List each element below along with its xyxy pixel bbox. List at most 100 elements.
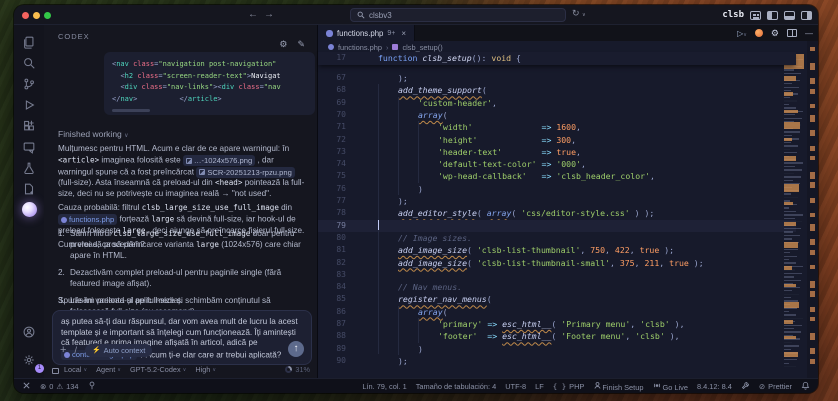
- code-line[interactable]: 70array(: [318, 109, 796, 121]
- code-line[interactable]: 73'header-text' => true,: [318, 146, 796, 158]
- panel-settings-gear-icon[interactable]: ⚙: [279, 39, 287, 50]
- minimap[interactable]: [783, 52, 805, 370]
- code-line[interactable]: 68add_theme_support(: [318, 84, 796, 96]
- code-line[interactable]: 90);: [318, 355, 796, 367]
- back-button[interactable]: ←: [248, 8, 258, 22]
- code-line[interactable]: 78add_editor_style( array( 'css/editor-s…: [318, 207, 796, 219]
- account-icon: [22, 325, 36, 339]
- remote-indicator[interactable]: [22, 381, 31, 392]
- finish-setup-button[interactable]: Finish Setup: [593, 381, 643, 392]
- maximize-window-button[interactable]: [44, 12, 51, 19]
- code-line[interactable]: 89): [318, 343, 796, 355]
- brackets-icon: { }: [553, 382, 566, 391]
- code-line[interactable]: 71'width' => 1600,: [318, 121, 796, 133]
- text-cursor: [378, 220, 379, 230]
- prettier-icon: ⊘: [759, 382, 765, 391]
- toggle-sidebar-left-icon[interactable]: [767, 11, 778, 20]
- mode-selector[interactable]: Agent ∨: [96, 365, 121, 374]
- chevron-down-icon: ∨: [124, 133, 128, 139]
- notifications-bell[interactable]: [801, 381, 810, 392]
- tab-size-indicator[interactable]: Tamaño de tabulación: 4: [416, 382, 497, 391]
- person-icon: [593, 381, 602, 390]
- code-line[interactable]: 74'default-text-color' => '000',: [318, 158, 796, 170]
- close-window-button[interactable]: [22, 12, 29, 19]
- eol-indicator[interactable]: LF: [535, 382, 544, 391]
- sidebar-item-live-preview[interactable]: [18, 136, 40, 157]
- new-chat-icon[interactable]: ✎: [297, 39, 305, 50]
- composer-settings-bar: Local ∨ Agent ∨ GPT-5.2-Codex ∨ High ∨ 3…: [52, 363, 310, 376]
- reasoning-selector[interactable]: High ∨: [195, 365, 216, 374]
- vscode-window: ← → clsbv3 ↻ ∨ clsb 1 CODEX: [14, 5, 818, 393]
- sidebar-item-extensions[interactable]: [18, 115, 40, 136]
- php-version-indicator[interactable]: 8.4.12: 8.4: [697, 382, 732, 391]
- code-line[interactable]: 75'wp-head-callback' => 'clsb_header_col…: [318, 170, 796, 182]
- forward-button[interactable]: →: [264, 8, 274, 22]
- source-control-icon: [22, 77, 36, 91]
- model-selector[interactable]: GPT-5.2-Codex ∨: [130, 365, 186, 374]
- overview-ruler[interactable]: [807, 41, 818, 378]
- cursor-position[interactable]: Lín. 79, col. 1: [362, 382, 406, 391]
- code-line[interactable]: 82add_image_size( 'clsb-list-thumbnail-s…: [318, 257, 796, 269]
- code-line[interactable]: 81add_image_size( 'clsb-list-thumbnail',…: [318, 244, 796, 256]
- sidebar-item-file-add[interactable]: [18, 178, 40, 199]
- sticky-scroll-line[interactable]: 17function clsb_setup(): void {: [318, 52, 796, 65]
- minimize-window-button[interactable]: [33, 12, 40, 19]
- warning-icon: ⚠: [56, 382, 63, 391]
- code-line[interactable]: 77);: [318, 195, 796, 207]
- code-line[interactable]: 84// Nav menus.: [318, 281, 796, 293]
- card-code-line: <h2 class="screen-reader-text">Navigat: [112, 71, 307, 83]
- ports-icon[interactable]: [88, 381, 96, 392]
- language-indicator[interactable]: { }PHP: [553, 382, 585, 391]
- sync-icon[interactable]: ↻ ∨: [572, 8, 586, 19]
- code-area[interactable]: 67);68add_theme_support(69'custom-header…: [318, 25, 796, 378]
- problems-indicator[interactable]: ⊗0 ⚠134: [40, 382, 79, 391]
- assistant-closing-line: Spune-mi varianta și aplic imediat.: [58, 296, 183, 305]
- sidebar-item-source-control[interactable]: [18, 73, 40, 94]
- code-line[interactable]: 17function clsb_setup(): void {: [318, 52, 796, 64]
- assistant-status[interactable]: Finished working ∨: [58, 129, 129, 139]
- sidebar-item-run-debug[interactable]: [18, 94, 40, 115]
- code-line[interactable]: 83: [318, 269, 796, 281]
- prettier-indicator[interactable]: ⊘Prettier: [759, 382, 792, 391]
- command-center-search[interactable]: clsbv3: [350, 8, 566, 22]
- code-line[interactable]: 80// Image sizes.: [318, 232, 796, 244]
- sidebar-item-explorer[interactable]: [18, 31, 40, 52]
- settings-button[interactable]: 1: [18, 349, 40, 370]
- flash-icon: ⚡: [92, 346, 101, 354]
- more-actions-icon[interactable]: —: [805, 29, 813, 38]
- code-line[interactable]: 85register_nav_menus(: [318, 293, 796, 305]
- file-chip-php[interactable]: functions.php: [58, 214, 117, 225]
- accounts-button[interactable]: [18, 321, 40, 342]
- local-window-icon: [52, 368, 59, 374]
- editor-group: functions.php 9+ × ▷∨ ⚙ — functions.php …: [318, 25, 818, 378]
- code-line[interactable]: 79: [318, 220, 796, 232]
- card-code-line: </nav> </article>: [112, 94, 307, 106]
- code-line[interactable]: 76): [318, 183, 796, 195]
- code-line[interactable]: 69'custom-header',: [318, 97, 796, 109]
- go-live-button[interactable]: Go Live: [652, 381, 687, 392]
- env-selector[interactable]: Local ∨: [52, 365, 87, 374]
- activity-bar: 1: [14, 25, 44, 378]
- slash-command-icon[interactable]: /: [74, 342, 77, 358]
- code-line[interactable]: 87'primary' => esc_html__( 'Primary menu…: [318, 318, 796, 330]
- code-line[interactable]: 86array(: [318, 306, 796, 318]
- code-line[interactable]: 67);: [318, 72, 796, 84]
- attach-plus-icon[interactable]: +: [60, 342, 66, 358]
- code-line[interactable]: 72'height' => 300,: [318, 134, 796, 146]
- title-bar: ← → clsbv3 ↻ ∨ clsb: [14, 5, 818, 25]
- wrench-icon[interactable]: [741, 381, 750, 392]
- file-chip-image[interactable]: …-1024x576.png: [183, 155, 255, 166]
- sidebar-item-testing[interactable]: [18, 157, 40, 178]
- encoding-indicator[interactable]: UTF-8: [505, 382, 526, 391]
- settings-badge: 1: [35, 364, 44, 373]
- file-chip-image[interactable]: SCR-20251213-rpzu.png: [196, 167, 294, 178]
- auto-context-chip[interactable]: ⚡Auto context: [85, 344, 152, 357]
- sidebar-item-search[interactable]: [18, 52, 40, 73]
- code-line[interactable]: 88'footer' => esc_html__( 'Footer menu',…: [318, 330, 796, 342]
- toggle-panel-icon[interactable]: [784, 11, 795, 20]
- send-button[interactable]: ↑: [288, 341, 304, 357]
- sidebar-item-codex[interactable]: [18, 199, 40, 220]
- card-scrollbar[interactable]: [112, 109, 150, 112]
- toggle-sidebar-right-icon[interactable]: [801, 11, 812, 20]
- grid-icon[interactable]: [750, 11, 761, 20]
